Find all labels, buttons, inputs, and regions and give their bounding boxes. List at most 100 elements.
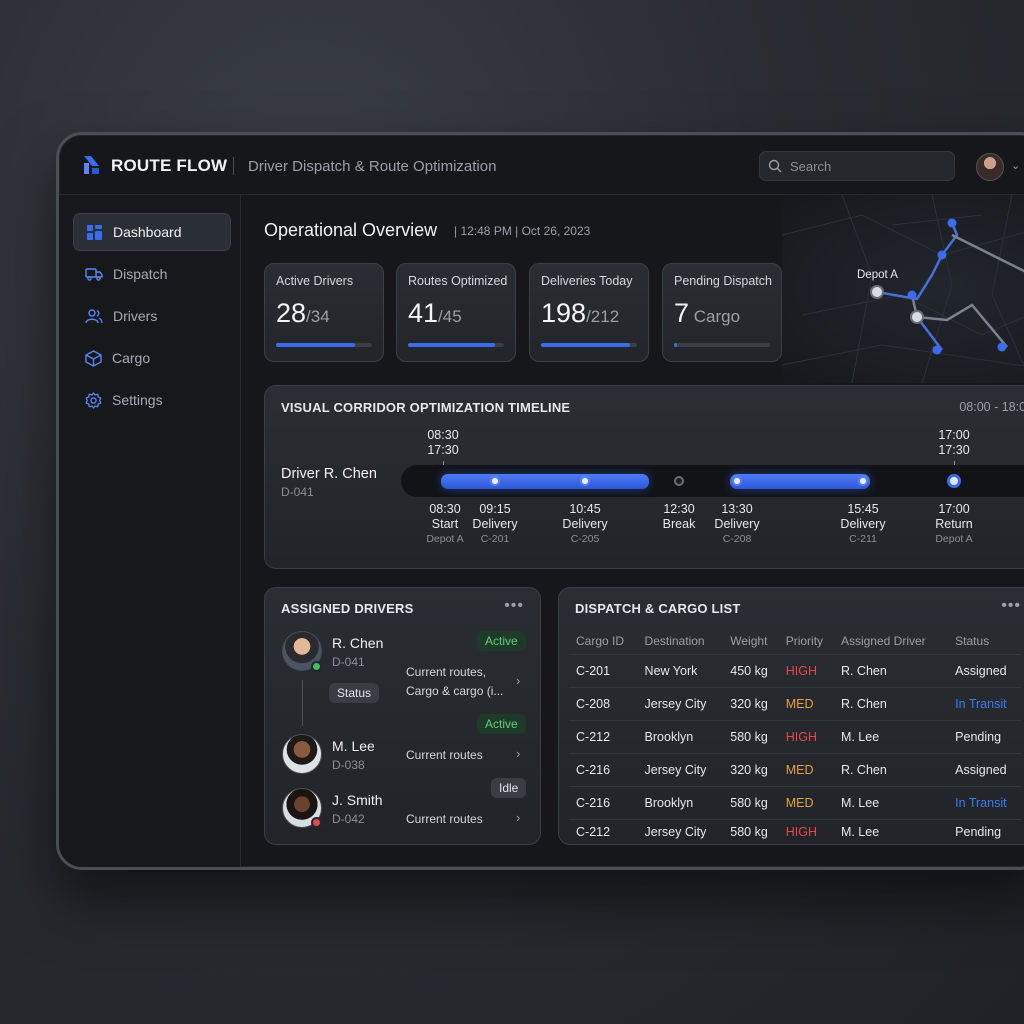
user-avatar[interactable] [976, 153, 1004, 181]
table-cell: MED [778, 686, 834, 720]
timeline-segment[interactable] [730, 474, 870, 489]
timeline-stop-marker[interactable] [580, 476, 590, 486]
table-row[interactable]: C-216 Brooklyn 580 kg MED M. Lee In Transit [569, 785, 1021, 819]
timeline-break-marker[interactable] [674, 476, 684, 486]
chevron-right-icon[interactable]: › [516, 673, 520, 688]
timeline-driver-name: Driver R. Chen [281, 466, 377, 482]
table-row[interactable]: C-208 Jersey City 320 kg MED R. Chen In Trans… [569, 686, 1021, 720]
sidebar-item-label: Dashboard [113, 224, 182, 240]
table-cell: 580 kg [723, 719, 779, 753]
table-cell: 580 kg [723, 785, 779, 819]
table-cell: C-212 [569, 719, 638, 753]
column-header[interactable]: Weight [723, 628, 778, 654]
stat-label: Active Drivers [276, 274, 354, 288]
table-row[interactable]: C-212 Brooklyn 580 kg HIGH M. Lee Pending [569, 719, 1021, 753]
sidebar-item-label: Settings [112, 392, 163, 408]
table-cell: 320 kg [723, 752, 779, 786]
table-row[interactable]: C-201 New York 450 kg HIGH R. Chen Assigned [569, 653, 1021, 687]
chevron-right-icon[interactable]: › [516, 746, 520, 761]
table-cell: M. Lee [833, 818, 949, 845]
sidebar-item-cargo[interactable]: Cargo [73, 339, 231, 377]
sidebar-item-label: Drivers [113, 308, 158, 324]
online-status-dot [311, 661, 322, 672]
sidebar-item-label: Dispatch [113, 266, 168, 282]
top-bar: ROUTE FLOW Driver Dispatch & Route Optim… [59, 135, 1024, 195]
timeline-segment[interactable] [441, 474, 649, 489]
page-timestamp: | 12:48 PM | Oct 26, 2023 [454, 224, 591, 238]
table-row[interactable]: C-212 Jersey City 580 kg HIGH M. Lee Pending [569, 818, 1021, 845]
column-header[interactable]: Cargo ID [569, 628, 638, 654]
timeline-stop: 13:30 Delivery C-208 [714, 502, 760, 545]
status-badge: Active [477, 631, 526, 651]
driver-route-summary[interactable]: Current routes, Cargo & cargo (i... [406, 663, 503, 701]
column-header[interactable]: Priority [779, 628, 834, 654]
table-cell: Brooklyn [637, 785, 724, 819]
table-row[interactable]: C-216 Jersey City 320 kg MED R. Chen Assigned [569, 752, 1021, 786]
table-cell: Assigned [948, 653, 1021, 687]
column-header[interactable]: Status [948, 628, 1021, 654]
driver-route-summary[interactable]: Current routes [406, 746, 483, 765]
table-cell: HIGH [778, 653, 834, 687]
chevron-down-icon[interactable]: ⌄ [1011, 159, 1020, 172]
stat-progress-bar [541, 343, 637, 347]
table-cell: 580 kg [723, 818, 779, 845]
more-options-icon[interactable]: ••• [1001, 597, 1021, 615]
stat-label: Deliveries Today [541, 274, 633, 288]
sidebar: Dashboard Dispatch Drivers Cargo Setting… [59, 195, 241, 867]
timeline-stop: 17:00 Return Depot A [935, 502, 973, 545]
timeline-stop: 10:45 Delivery C-205 [562, 502, 608, 545]
column-header[interactable]: Destination [638, 628, 724, 654]
brand-name[interactable]: ROUTE FLOW [111, 156, 227, 176]
stat-card-deliveries-today[interactable]: Deliveries Today 198/212 [529, 263, 649, 362]
table-cell: C-212 [569, 818, 638, 845]
stat-card-routes-optimized[interactable]: Routes Optimized 41/45 [396, 263, 516, 362]
stat-progress-fill [276, 343, 355, 347]
table-cell: Jersey City [637, 818, 724, 845]
driver-route-summary[interactable]: Current routes [406, 810, 483, 829]
app-window: ROUTE FLOW Driver Dispatch & Route Optim… [56, 132, 1024, 870]
table-cell: In Transit [948, 785, 1021, 819]
sidebar-item-dispatch[interactable]: Dispatch [73, 255, 231, 293]
timeline-stop-marker[interactable] [490, 476, 500, 486]
timeline-driver-id: D-041 [281, 485, 314, 499]
search-box[interactable] [759, 151, 955, 181]
table-cell: C-216 [569, 785, 638, 819]
stat-progress-bar [276, 343, 372, 347]
timeline-end-marker[interactable] [947, 474, 961, 488]
avatar[interactable] [282, 734, 322, 774]
table-cell: New York [637, 653, 724, 687]
table-cell: R. Chen [833, 752, 949, 786]
box-icon [85, 349, 102, 367]
page-title: Operational Overview [264, 220, 438, 240]
driver-connector-line [302, 680, 303, 726]
cargo-table-body: C-201 New York 450 kg HIGH R. Chen Assigned C-… [569, 653, 1021, 845]
search-input[interactable] [790, 158, 940, 174]
stat-label: Routes Optimized [408, 274, 508, 288]
corridor-timeline-card: VISUAL CORRIDOR OPTIMIZATION TIMELINE 08… [264, 385, 1024, 569]
sidebar-item-drivers[interactable]: Drivers [73, 297, 231, 335]
driver-name[interactable]: J. Smith [332, 792, 383, 808]
driver-name[interactable]: M. Lee [332, 738, 375, 754]
more-options-icon[interactable]: ••• [504, 597, 524, 615]
table-cell: C-201 [569, 653, 638, 687]
table-cell: Assigned [948, 752, 1021, 786]
table-cell: M. Lee [833, 785, 949, 819]
sidebar-item-label: Cargo [112, 350, 151, 366]
timeline-stop-marker[interactable] [732, 476, 742, 486]
sidebar-item-dashboard[interactable]: Dashboard [73, 213, 231, 251]
stat-card-pending-dispatch[interactable]: Pending Dispatch 7 Cargo [662, 263, 782, 362]
driver-name[interactable]: R. Chen [332, 635, 383, 651]
route-map[interactable]: Depot A [781, 194, 1024, 384]
column-header[interactable]: Assigned Driver [834, 628, 948, 654]
stat-card-active-drivers[interactable]: Active Drivers 28/34 [264, 263, 384, 362]
status-chip[interactable]: Status [329, 683, 380, 703]
sidebar-item-settings[interactable]: Settings [73, 381, 231, 419]
stat-label: Pending Dispatch [674, 274, 772, 288]
main-content: Operational Overview | 12:48 PM | Oct 26… [242, 194, 1024, 867]
status-badge: Idle [491, 778, 527, 798]
chevron-right-icon[interactable]: › [516, 810, 520, 825]
table-cell: Brooklyn [637, 719, 724, 753]
route-flow-logo-icon [84, 156, 99, 174]
truck-icon [85, 268, 103, 281]
timeline-stop-marker[interactable] [858, 476, 868, 486]
